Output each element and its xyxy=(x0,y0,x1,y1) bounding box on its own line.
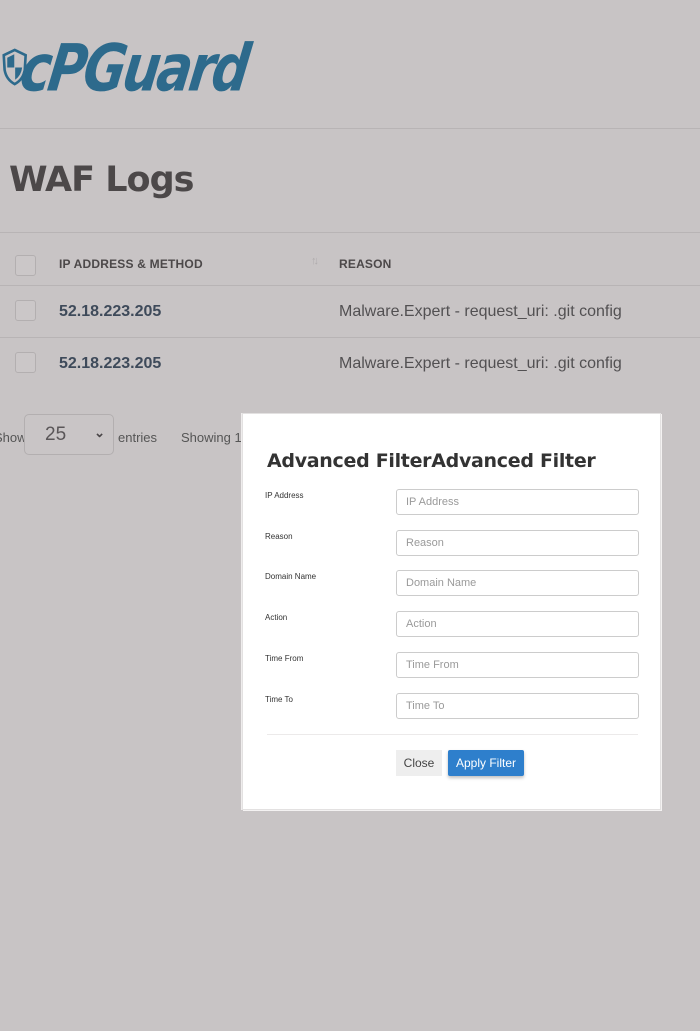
table-header-row: IP ADDRESS & METHOD ↑↓ REASON xyxy=(0,233,700,286)
reason-input[interactable] xyxy=(396,530,639,556)
apply-filter-button[interactable]: Apply Filter xyxy=(448,750,524,776)
page-title: WAF Logs xyxy=(9,160,194,200)
ip-address-label: IP Address xyxy=(265,491,304,500)
row-checkbox[interactable] xyxy=(15,300,36,321)
table-row: 52.18.223.205 Malware.Expert - request_u… xyxy=(0,286,700,338)
advanced-filter-modal: Advanced FilterAdvanced Filter IP Addres… xyxy=(242,413,661,810)
page-length-value: 25 xyxy=(45,424,67,445)
select-all-checkbox[interactable] xyxy=(15,255,36,276)
filter-row-reason: Reason xyxy=(243,530,660,556)
time-to-input[interactable] xyxy=(396,693,639,719)
time-from-input[interactable] xyxy=(396,652,639,678)
filter-row-time-from: Time From xyxy=(243,652,660,678)
close-button[interactable]: Close xyxy=(396,750,442,776)
header-divider xyxy=(0,128,700,129)
ip-address-cell[interactable]: 52.18.223.205 xyxy=(59,355,161,373)
showing-info: Showing 1 xyxy=(181,430,242,445)
reason-cell: Malware.Expert - request_uri: .git confi… xyxy=(339,303,622,320)
reason-cell: Malware.Expert - request_uri: .git confi… xyxy=(339,355,622,372)
page-length-select[interactable]: 25 ⌄ xyxy=(24,414,114,455)
show-label: Show xyxy=(0,430,27,445)
domain-name-input[interactable] xyxy=(396,570,639,596)
table-row: 52.18.223.205 Malware.Expert - request_u… xyxy=(0,338,700,390)
filter-row-domain-name: Domain Name xyxy=(243,570,660,596)
column-header-reason[interactable]: REASON xyxy=(339,257,392,271)
domain-name-label: Domain Name xyxy=(265,572,317,581)
logo-text: cPGuard xyxy=(16,31,253,107)
row-checkbox[interactable] xyxy=(15,352,36,373)
column-header-ip[interactable]: IP ADDRESS & METHOD xyxy=(59,257,203,271)
chevron-down-icon: ⌄ xyxy=(94,425,105,440)
filter-row-time-to: Time To xyxy=(243,693,660,719)
action-label: Action xyxy=(265,613,288,622)
cpguard-logo[interactable]: cPGuard xyxy=(2,22,252,112)
modal-title: Advanced FilterAdvanced Filter xyxy=(267,450,596,472)
ip-address-input[interactable] xyxy=(396,489,639,515)
action-input[interactable] xyxy=(396,611,639,637)
waf-logs-table: IP ADDRESS & METHOD ↑↓ REASON 52.18.223.… xyxy=(0,233,700,390)
reason-label: Reason xyxy=(265,532,293,541)
sort-arrows-icon[interactable]: ↑↓ xyxy=(311,255,319,267)
ip-address-cell[interactable]: 52.18.223.205 xyxy=(59,303,161,321)
filter-row-ip-address: IP Address xyxy=(243,489,660,515)
time-to-label: Time To xyxy=(265,695,294,704)
page: cPGuard WAF Logs IP ADDRESS & METHOD ↑↓ … xyxy=(0,0,700,1031)
filter-row-action: Action xyxy=(243,611,660,637)
modal-footer-divider xyxy=(267,734,638,735)
entries-label: entries xyxy=(118,430,158,445)
time-from-label: Time From xyxy=(265,654,304,663)
